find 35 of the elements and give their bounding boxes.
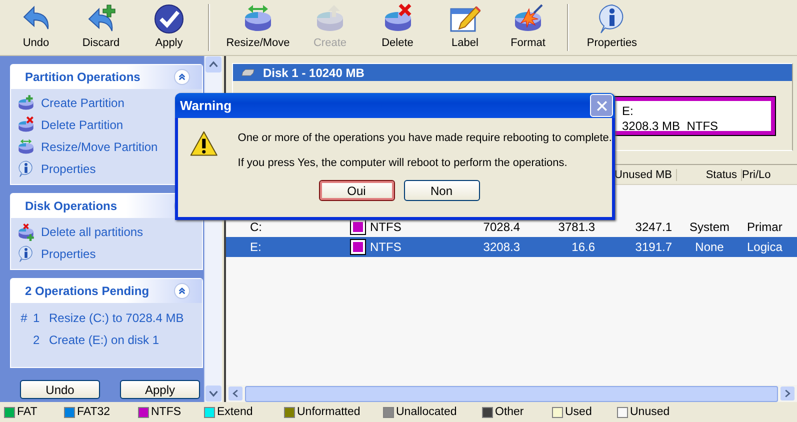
panel-title: Disk Operations	[25, 199, 118, 213]
legend-label: Unformatted	[297, 406, 360, 418]
pending-operation: Create (E:) on disk 1	[49, 333, 160, 347]
pending-operation: Resize (C:) to 7028.4 MB	[49, 311, 184, 325]
dialog-message: One or more of the operations you have made require rebooting to complete.	[238, 132, 612, 144]
operation-number: 2	[33, 333, 41, 347]
table-cell-text: NTFS	[369, 240, 402, 254]
operation-number: 1	[33, 311, 41, 325]
table-cell-text: 3247.1	[634, 220, 673, 234]
current-marker: #	[20, 311, 28, 325]
table-cell-text: None	[694, 240, 725, 254]
legend-label: Other	[495, 406, 524, 418]
legend-label: NTFS	[151, 406, 182, 418]
legend-label: Extend	[217, 406, 253, 418]
table-cell-text: Logica	[746, 240, 784, 254]
table-cell-text: 16.6	[570, 240, 596, 254]
panel-title: 2 Operations Pending	[25, 284, 150, 298]
legend-label: Unused	[630, 406, 670, 418]
dialog-title: Warning	[180, 98, 232, 113]
dialog-message: If you press Yes, the computer will reboot to perform the operations.	[238, 157, 568, 169]
table-cell-text: NTFS	[369, 220, 402, 234]
legend-label: Used	[565, 406, 592, 418]
legend-label: FAT32	[77, 406, 110, 418]
table-cell-text: 3191.7	[634, 240, 673, 254]
table-cell-text: 3208.3	[482, 240, 521, 254]
table-cell-text: E:	[249, 240, 262, 254]
table-cell-text: 7028.4	[482, 220, 521, 234]
table-cell-text: System	[688, 220, 730, 234]
legend-label: Unallocated	[396, 406, 457, 418]
table-cell-text: 3781.3	[557, 220, 596, 234]
disk-header: Disk 1 - 10240 MB	[233, 64, 792, 81]
table-cell-text: Primar	[746, 220, 784, 234]
panel-title: Partition Operations	[25, 70, 140, 84]
table-cell-text: C:	[249, 220, 263, 234]
legend-label: FAT	[17, 406, 38, 418]
